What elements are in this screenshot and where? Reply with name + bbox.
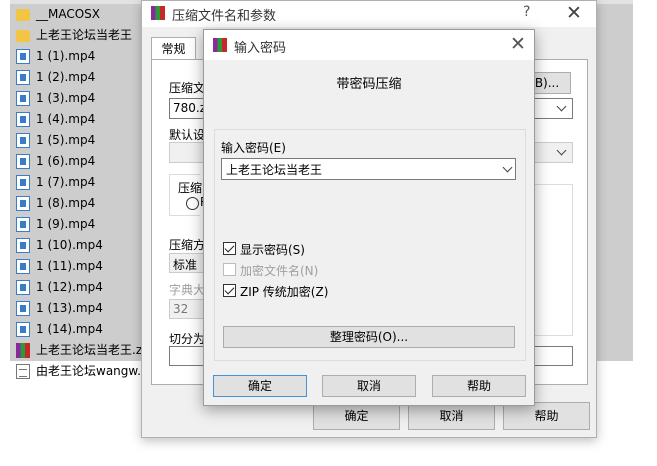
tab-general[interactable]: 常规 <box>151 37 196 61</box>
file-name: 1 (10).mp4 <box>36 238 103 252</box>
file-name: 1 (4).mp4 <box>36 112 96 126</box>
checkbox-unchecked-icon[interactable] <box>223 263 236 276</box>
title-bar[interactable]: 输入密码 ✕ <box>204 30 534 60</box>
winrar-icon <box>213 38 227 52</box>
archive-name-label: 压缩文 <box>169 81 206 95</box>
video-file-icon <box>16 154 30 169</box>
title-bar[interactable]: 压缩文件名和参数 ? ✕ <box>142 1 596 27</box>
file-name: 1 (8).mp4 <box>36 196 96 210</box>
ok-button[interactable]: 确定 <box>313 402 400 430</box>
cancel-button[interactable]: 取消 <box>408 402 495 430</box>
chevron-down-icon <box>556 101 567 112</box>
method-value: 标准 <box>173 258 198 272</box>
close-icon[interactable]: ✕ <box>510 33 526 55</box>
rar-archive-icon <box>16 343 30 358</box>
show-password-label: 显示密码(S) <box>240 243 305 257</box>
options-group <box>532 184 573 336</box>
file-name: 1 (5).mp4 <box>36 133 96 147</box>
video-file-icon <box>16 91 30 106</box>
video-file-icon <box>16 280 30 295</box>
ok-button[interactable]: 确定 <box>213 375 307 397</box>
file-name: 1 (14).mp4 <box>36 322 103 336</box>
chevron-down-icon <box>556 145 567 156</box>
split-label: 切分为 <box>169 332 206 346</box>
cancel-button[interactable]: 取消 <box>322 375 416 397</box>
file-name: 1 (1).mp4 <box>36 49 96 63</box>
organize-passwords-button[interactable]: 整理密码(O)... <box>223 326 515 348</box>
video-file-icon <box>16 301 30 316</box>
dictionary-value: 32 <box>173 302 189 316</box>
help-button[interactable]: 帮助 <box>503 402 590 430</box>
file-name: 1 (13).mp4 <box>36 301 103 315</box>
text-file-icon <box>16 364 30 379</box>
encrypt-filenames-label: 加密文件名(N) <box>240 264 319 278</box>
video-file-icon <box>16 112 30 127</box>
file-name: 1 (9).mp4 <box>36 217 96 231</box>
file-name: 1 (3).mp4 <box>36 91 96 105</box>
folder-icon <box>16 30 30 42</box>
password-input[interactable] <box>221 158 516 180</box>
format-radio[interactable] <box>186 197 199 210</box>
file-name: 1 (7).mp4 <box>36 175 96 189</box>
video-file-icon <box>16 238 30 253</box>
winrar-icon <box>151 6 165 20</box>
video-file-icon <box>16 217 30 232</box>
file-name: 上老王论坛当老王.z <box>36 343 143 357</box>
enter-password-dialog: 输入密码 ✕ 带密码压缩 输入密码(E) 显示密码(S) 加密文件名(N) ZI… <box>203 29 535 406</box>
close-icon[interactable]: ✕ <box>566 2 582 24</box>
video-file-icon <box>16 322 30 337</box>
video-file-icon <box>16 133 30 148</box>
dialog-heading: 带密码压缩 <box>336 77 402 92</box>
checkbox-checked-icon[interactable] <box>223 242 236 255</box>
dictionary-label: 字典大 <box>169 283 206 297</box>
format-group-label: 压缩 <box>178 181 203 195</box>
video-file-icon <box>16 259 30 274</box>
video-file-icon <box>16 49 30 64</box>
file-name: __MACOSX <box>36 7 101 21</box>
dialog-title: 压缩文件名和参数 <box>172 9 277 24</box>
dialog-title: 输入密码 <box>234 41 287 56</box>
file-name: 1 (12).mp4 <box>36 280 103 294</box>
video-file-icon <box>16 70 30 85</box>
zip-legacy-encryption-label: ZIP 传统加密(Z) <box>240 285 329 299</box>
help-icon[interactable]: ? <box>523 4 530 20</box>
method-label: 压缩方 <box>169 238 206 252</box>
default-settings-label: 默认设 <box>169 128 206 142</box>
folder-icon <box>16 9 30 21</box>
file-name: 1 (11).mp4 <box>36 259 103 273</box>
password-label: 输入密码(E) <box>221 141 286 155</box>
checkbox-checked-icon[interactable] <box>223 284 236 297</box>
file-name: 上老王论坛当老王 <box>36 28 133 42</box>
help-button[interactable]: 帮助 <box>432 375 526 397</box>
video-file-icon <box>16 196 30 211</box>
file-name: 1 (6).mp4 <box>36 154 96 168</box>
file-name: 1 (2).mp4 <box>36 70 96 84</box>
video-file-icon <box>16 175 30 190</box>
file-name: 由老王论坛wangw... <box>36 364 149 378</box>
